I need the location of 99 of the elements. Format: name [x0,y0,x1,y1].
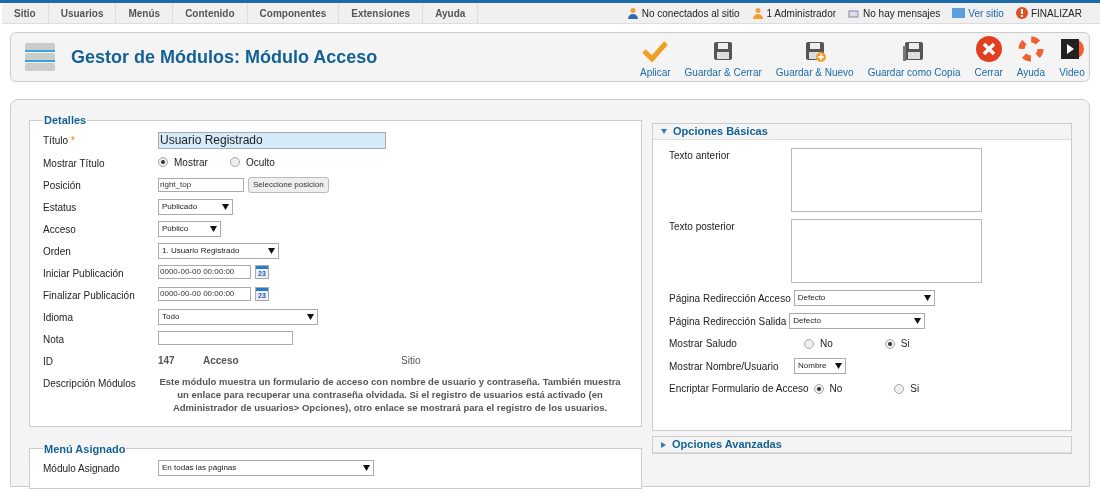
caret-icon [210,225,217,232]
toolbar-button[interactable]: Guardar & Nuevo [775,34,854,80]
module-description: Este módulo muestra un formulario de acceso con nombre de usuario y contraseña. También muestra un enlace para recuperar una contraseña olvidada. Si el registro de usuarios está activado (en Administrador de usuarios> Opciones), otro enlace se mostrará para el registro de los usuarios. [158,374,622,414]
modules-icon [23,40,57,74]
radio-button[interactable] [884,338,895,349]
menu-item[interactable]: Menús [116,3,174,23]
caret-icon [307,313,314,320]
field-label: Descripción Módulos [43,376,136,391]
fieldset-legend: Detalles [43,112,88,129]
field-label: Módulo Asignado [43,462,120,476]
page-title: Gestor de Módulos: Módulo Acceso [71,45,378,69]
field-label: ID [43,354,53,369]
alert-icon [1015,7,1028,19]
panel-header[interactable]: Opciones Básicas [653,124,1071,140]
floppy-disk-plus-icon [803,40,826,62]
field-label: Mostrar Nombre/Usuario [669,359,780,374]
toolbar-button[interactable]: Video [1059,34,1085,80]
field-label: Mostrar Título [43,156,105,171]
select-field[interactable]: Nombre [794,358,846,374]
field-label: Idioma [43,310,73,325]
site-link[interactable]: Ver sitio [968,5,1004,21]
radio-label: No [820,337,833,351]
message-icon [848,7,861,19]
toolbar-button[interactable]: Cerrar [974,34,1003,80]
status-text: No conectados al sitio [641,6,740,21]
menu-item[interactable]: Usuarios [48,3,117,23]
field-label: Título [43,133,68,148]
toolbar-button[interactable]: Guardar como Copia [867,34,961,80]
toolbar-button[interactable]: Aplicar [640,34,671,80]
caret-icon [923,295,931,301]
info-value: 147 [158,353,176,368]
caret-icon [268,247,275,254]
menu-item[interactable]: Sitio [2,3,49,23]
caret-down-icon [661,129,667,134]
caret-icon [222,203,229,210]
field-label: Finalizar Publicación [43,288,135,303]
field-label: Encriptar Formulario de Acceso [669,382,809,396]
field-label: Acceso [43,222,76,237]
close-icon [975,36,1002,62]
info-value: Acceso [203,353,240,368]
status-text[interactable]: FINALIZAR [1030,5,1082,21]
menu-item[interactable]: Ayuda [423,3,479,23]
text-field[interactable]: right_top [158,177,244,192]
field-label: Texto posterior [669,220,736,234]
select-field[interactable]: Publicado [158,198,233,215]
caret-icon [914,318,922,324]
field-label: Orden [43,244,71,259]
radio-label: Oculto [245,155,275,170]
field-label: Mostrar Saludo [669,337,738,351]
radio-label: Si [910,382,920,396]
menu-item[interactable]: Contenido [173,3,248,23]
select-field[interactable]: Todo [158,308,318,325]
film-play-icon [1059,36,1085,62]
caret-right-icon [661,441,666,448]
select-field[interactable]: Defecto [789,313,926,329]
radio-button[interactable] [158,157,168,167]
caret-icon [363,465,370,471]
floppy-disks-icon [903,40,926,62]
radio-label: Si [900,337,910,351]
radio-label: No [829,382,843,396]
toolbar-button[interactable]: Ayuda [1016,34,1045,80]
users-icon [626,7,639,19]
status-text: 1 Administrador [766,6,837,21]
note-field[interactable] [158,330,293,345]
select-field[interactable]: En todas las páginas [158,460,374,476]
status-text: No hay mensajes [863,6,941,21]
field-label: Página Redirección Salida [669,314,787,329]
radio-button[interactable] [229,157,240,167]
radio-button[interactable] [813,383,824,394]
text-field[interactable]: Usuario Registrado [158,131,386,149]
info-value: Sitio [401,353,421,368]
field-label: Iniciar Publicación [43,266,124,281]
date-field[interactable]: 0000-00-00 00:00:00 [158,286,251,301]
radio-button[interactable] [894,383,905,394]
field-label: Página Redirección Acceso [669,291,791,306]
user-icon [751,7,764,19]
field-label: Nota [43,332,65,347]
radio-label: Mostrar [174,155,208,170]
checkmark-icon [642,40,669,62]
lifebuoy-icon [1017,36,1044,62]
field-label: Texto anterior [669,149,731,163]
monitor-icon [952,8,966,18]
field-label: Posición [43,178,81,193]
select-field[interactable]: Público [158,220,221,237]
caret-icon [835,363,842,369]
text-area[interactable] [791,219,982,283]
menu-item[interactable]: Componentes [247,3,340,23]
text-area[interactable] [791,148,982,212]
panel-header[interactable]: Opciones Avanzadas [653,437,1071,453]
select-field[interactable]: Defecto [793,290,935,306]
required-mark: * [71,133,75,148]
select-field[interactable]: 1. Usuario Registrado [158,242,279,259]
toolbar-button[interactable]: Guardar & Cerrar [684,34,762,80]
fieldset-legend: Menú Asignado [43,440,127,457]
menu-item[interactable]: Extensiones [339,3,424,23]
radio-button[interactable] [804,338,814,349]
date-field[interactable]: 0000-00-00 00:00:00 [158,264,251,279]
field-label: Estatus [43,200,77,215]
select-position-button[interactable]: Seleccione posicion [248,176,329,193]
